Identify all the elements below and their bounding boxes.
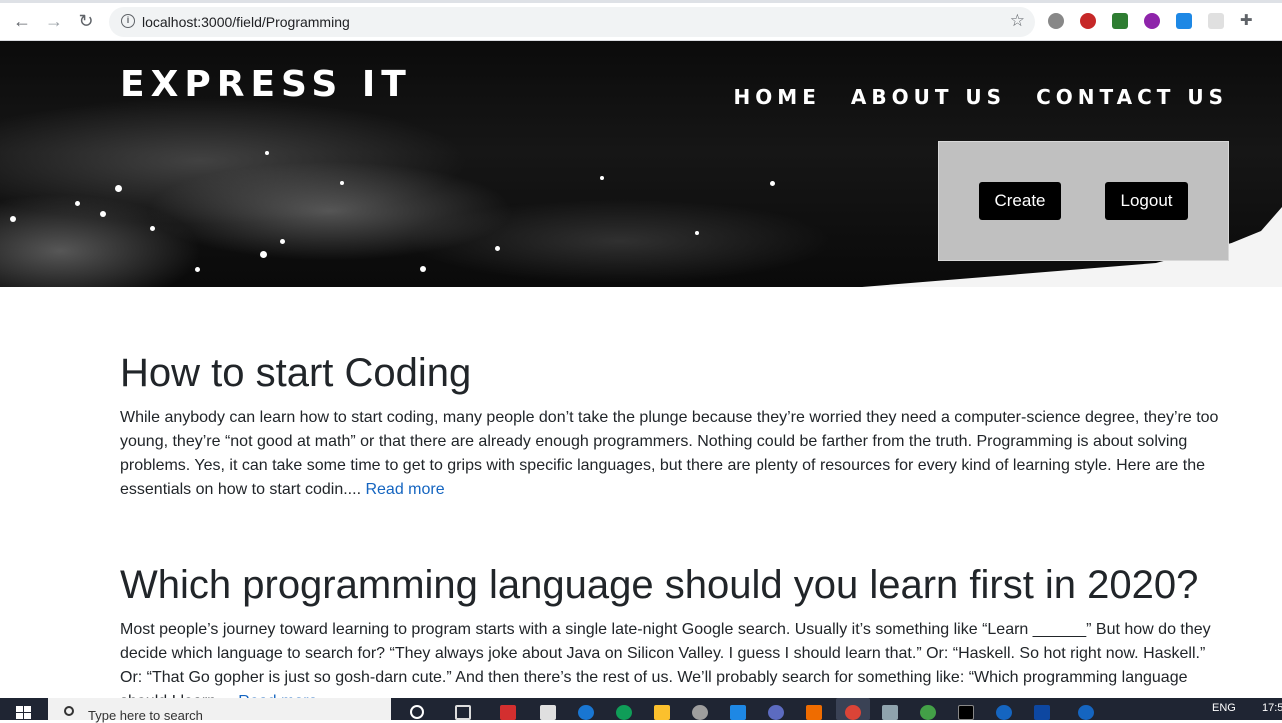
terminal-icon[interactable]: [958, 705, 974, 720]
bokeh-dot: [280, 239, 285, 244]
bokeh-dot: [115, 185, 122, 192]
edge-icon[interactable]: [616, 705, 632, 720]
taskbar-search-input[interactable]: Type here to search: [48, 698, 391, 723]
brand-logo[interactable]: EXPRESS IT: [120, 64, 412, 105]
bokeh-dot: [260, 251, 267, 258]
bokeh-dot: [340, 181, 344, 185]
back-icon[interactable]: ←: [12, 11, 32, 31]
extension-icon-5[interactable]: [1176, 13, 1192, 29]
app-icon[interactable]: [1034, 705, 1050, 720]
extension-icon-6[interactable]: [1208, 13, 1224, 29]
read-more-link[interactable]: Read more: [365, 481, 444, 498]
vlc-icon[interactable]: [806, 705, 822, 720]
logout-button[interactable]: Logout: [1105, 182, 1188, 220]
extension-icon-4[interactable]: [1144, 13, 1160, 29]
forward-icon[interactable]: →: [44, 11, 64, 31]
extension-icon-1[interactable]: [1048, 13, 1064, 29]
app-icon[interactable]: [882, 705, 898, 720]
windows-start-icon[interactable]: [16, 706, 32, 720]
article-excerpt: While anybody can learn how to start cod…: [120, 406, 1220, 502]
site-info-icon[interactable]: i: [121, 14, 135, 28]
language-indicator[interactable]: ENG: [1212, 702, 1236, 714]
article-card: Which programming language should you le…: [120, 562, 1220, 714]
mail-icon[interactable]: [730, 705, 746, 720]
chrome-icon[interactable]: [845, 705, 861, 720]
bokeh-dot: [265, 151, 269, 155]
ie-icon[interactable]: [578, 705, 594, 720]
bokeh-dot: [770, 181, 775, 186]
bokeh-dot: [100, 211, 106, 217]
reload-icon[interactable]: ↻: [76, 11, 96, 31]
atom-icon[interactable]: [920, 705, 936, 720]
article-title: How to start Coding: [120, 351, 472, 395]
nav-contact-link[interactable]: CONTACT US: [1036, 85, 1228, 109]
browser-toolbar: ← → ↻ i localhost:3000/field/Programming…: [0, 0, 1282, 41]
article-title: Which programming language should you le…: [120, 563, 1199, 607]
nav-home-link[interactable]: HOME: [734, 85, 821, 109]
store-icon[interactable]: [540, 705, 556, 720]
bokeh-dot: [195, 267, 200, 272]
bokeh-dot: [695, 231, 699, 235]
article-card: How to start Coding While anybody can le…: [120, 350, 1220, 502]
bokeh-dot: [420, 266, 426, 272]
bokeh-dot: [600, 176, 604, 180]
bokeh-dot: [495, 246, 500, 251]
eclipse-icon[interactable]: [768, 705, 784, 720]
app-icon[interactable]: [500, 705, 516, 720]
help-icon[interactable]: [1078, 705, 1094, 720]
bokeh-dot: [10, 216, 16, 222]
app-icon[interactable]: [692, 705, 708, 720]
nav-about-link[interactable]: ABOUT US: [851, 85, 1006, 109]
taskbar-search-placeholder: Type here to search: [88, 708, 203, 723]
task-view-icon[interactable]: [455, 705, 471, 720]
puzzle-icon[interactable]: ✚: [1240, 13, 1256, 29]
cortana-icon[interactable]: [410, 705, 424, 719]
help-icon[interactable]: [996, 705, 1012, 720]
extension-icon-3[interactable]: [1112, 13, 1128, 29]
bokeh-dot: [150, 226, 155, 231]
create-button[interactable]: Create: [979, 182, 1061, 220]
url-text[interactable]: localhost:3000/field/Programming: [142, 14, 350, 30]
main-nav: HOME ABOUT US CONTACT US: [734, 85, 1228, 109]
extension-icon-2[interactable]: [1080, 13, 1096, 29]
search-icon: [64, 706, 74, 716]
address-bar[interactable]: i localhost:3000/field/Programming ☆: [109, 7, 1035, 37]
clock-time[interactable]: 17:5: [1262, 702, 1282, 714]
action-panel: Create Logout: [938, 141, 1229, 261]
folder-icon[interactable]: [654, 705, 670, 720]
bokeh-dot: [75, 201, 80, 206]
excerpt-text: While anybody can learn how to start cod…: [120, 409, 1219, 498]
bookmark-star-icon[interactable]: ☆: [1010, 11, 1025, 31]
windows-taskbar: Type here to search ENG 17:5: [0, 698, 1282, 723]
